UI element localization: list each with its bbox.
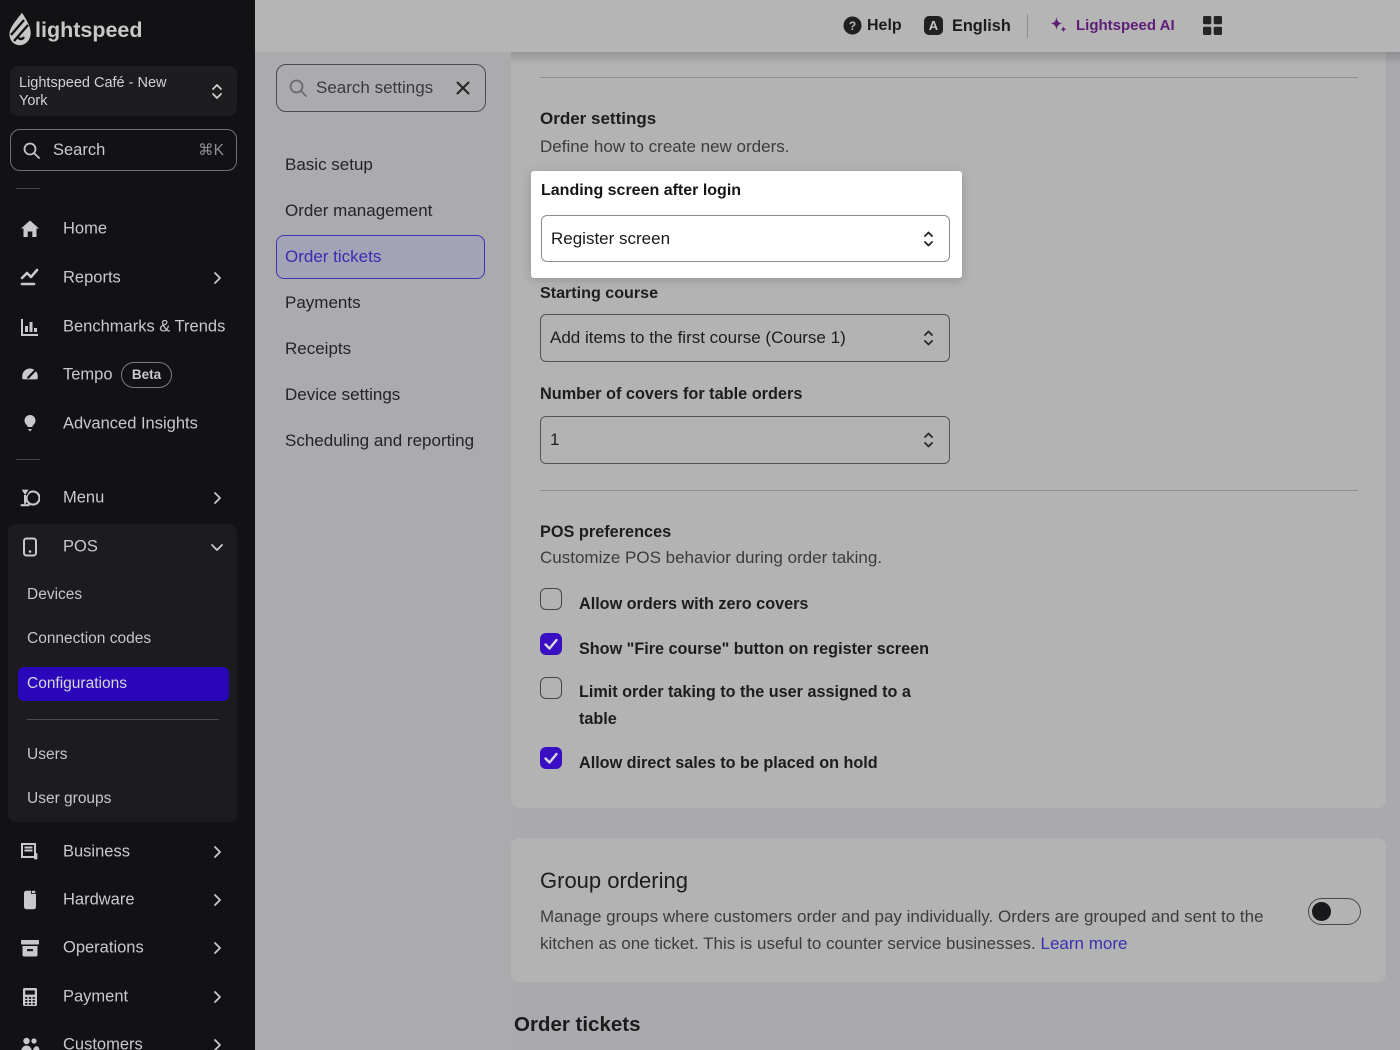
svg-text:?: ? <box>849 19 856 33</box>
